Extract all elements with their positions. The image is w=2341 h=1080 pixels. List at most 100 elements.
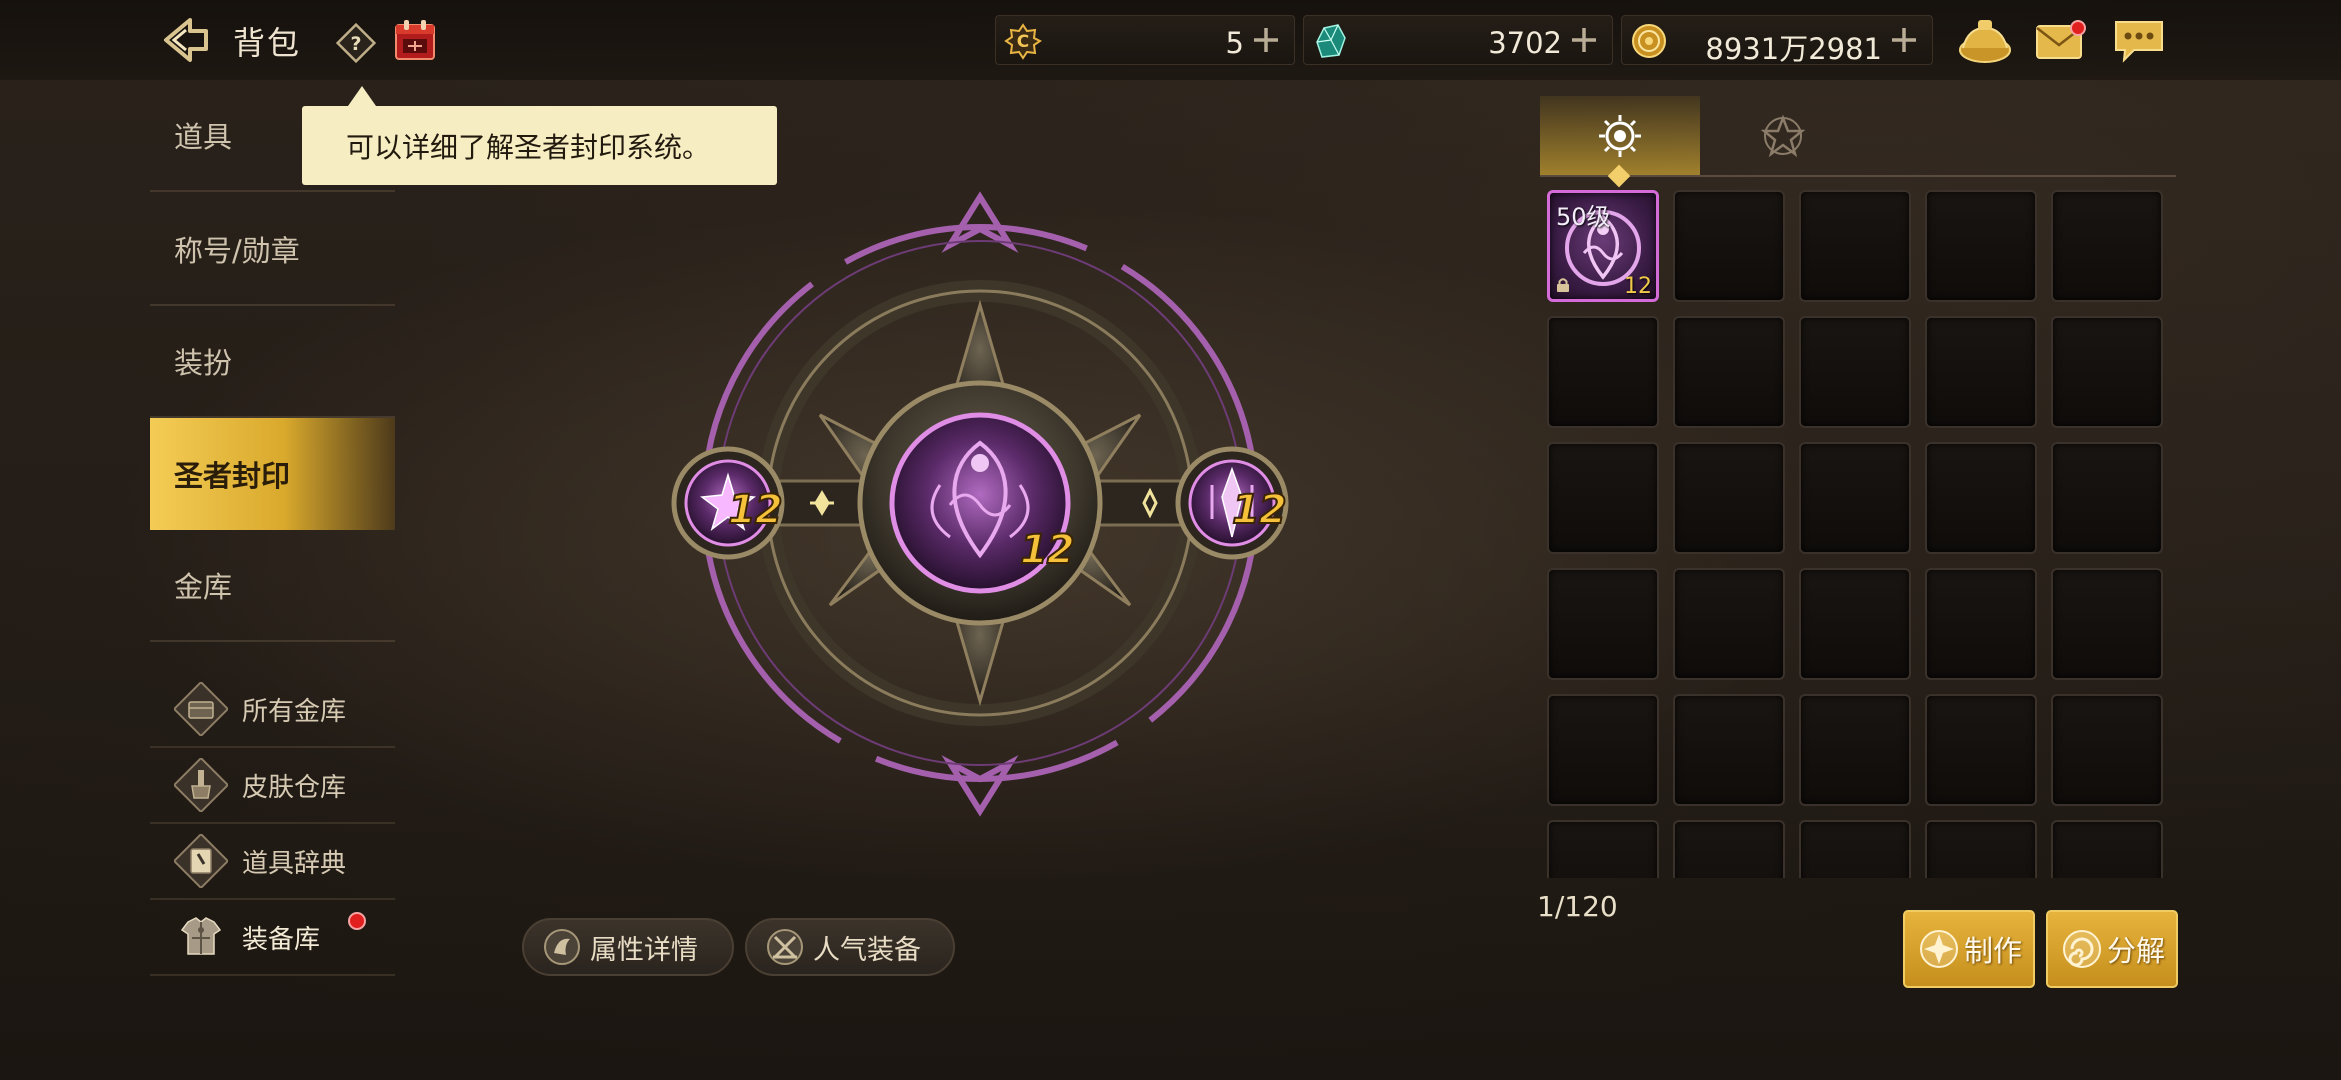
nav-item-label: 道具	[174, 120, 233, 154]
svg-text:?: ?	[350, 33, 361, 55]
tab-divider	[1540, 175, 2176, 177]
inventory-slot[interactable]	[1799, 316, 1911, 428]
inventory-slot[interactable]	[1673, 190, 1785, 302]
nav-item-titles-medals[interactable]: 称号/勋章	[150, 194, 395, 306]
currency-gold: 8931万2981	[1621, 15, 1933, 66]
inventory-slot[interactable]	[1547, 568, 1659, 680]
inventory-slot[interactable]	[2051, 568, 2163, 680]
c-coin-icon: C	[1004, 22, 1042, 60]
book-icon	[172, 832, 230, 890]
inventory-slot[interactable]	[1673, 694, 1785, 806]
inventory-slot[interactable]	[1925, 442, 2037, 554]
inventory-slot[interactable]	[2051, 820, 2163, 878]
chat-icon[interactable]	[2110, 14, 2168, 66]
popular-equipment-button[interactable]: 人气装备	[745, 918, 955, 976]
gold-coin-icon	[1630, 22, 1668, 60]
inventory-slot[interactable]	[1799, 694, 1911, 806]
page-title: 背包	[233, 24, 302, 62]
nav-item-label: 金库	[174, 570, 233, 604]
disassemble-button[interactable]: 分解	[2046, 910, 2178, 988]
item-count: 12	[1624, 274, 1652, 299]
currency-coin-c: C 5	[995, 15, 1295, 65]
tab-seal[interactable]	[1540, 96, 1700, 176]
craft-icon	[1916, 926, 1962, 972]
nav-item-costume[interactable]: 装扮	[150, 306, 395, 418]
sub-item-equipment-storage[interactable]: 装备库	[150, 900, 395, 976]
help-icon[interactable]: ?	[335, 22, 377, 64]
nav-item-label: 圣者封印	[174, 459, 291, 493]
inventory-slot[interactable]	[1673, 820, 1785, 878]
button-label: 制作	[1963, 934, 2022, 968]
attribute-details-button[interactable]: 属性详情	[522, 918, 734, 976]
calendar-icon[interactable]	[393, 18, 437, 62]
nav-item-label: 称号/勋章	[174, 234, 300, 268]
seal-slot-right[interactable]	[1170, 315, 1310, 695]
seal-slot-left[interactable]	[650, 315, 790, 695]
armor-icon	[174, 910, 228, 964]
nav-item-saint-seal[interactable]: 圣者封印	[150, 418, 395, 530]
inventory-slot[interactable]	[1673, 568, 1785, 680]
shop-bag-icon[interactable]	[1956, 14, 2014, 66]
currency-value: 3702	[1488, 26, 1562, 60]
mail-icon[interactable]	[2032, 14, 2090, 66]
crossed-swords-icon	[765, 927, 805, 967]
pentagram-icon	[1761, 114, 1805, 158]
inventory-capacity: 1/120	[1537, 890, 1618, 923]
vault-chest-icon	[172, 680, 230, 738]
currency-crystal: 3702	[1303, 15, 1613, 65]
crystal-icon	[1312, 22, 1350, 60]
inventory-slot[interactable]	[1925, 568, 2037, 680]
inventory-slot[interactable]	[1799, 820, 1911, 878]
inventory-slot[interactable]	[1673, 442, 1785, 554]
currency-value: 5	[1225, 26, 1244, 60]
inventory-slot[interactable]	[1925, 190, 2037, 302]
swirl-icon	[2059, 926, 2105, 972]
button-label: 属性详情	[590, 934, 698, 966]
inventory-slot[interactable]	[2051, 694, 2163, 806]
sub-item-label: 装备库	[242, 924, 321, 955]
item-level: 50级	[1556, 203, 1611, 231]
inventory-slot[interactable]	[1547, 820, 1659, 878]
saint-seal-display: 12 12 12	[650, 185, 1310, 825]
inventory-slot[interactable]	[1547, 694, 1659, 806]
sub-item-label: 所有金库	[242, 696, 347, 727]
sub-item-label: 皮肤仓库	[242, 772, 347, 803]
top-bar: 背包 ? C 5 3702 8931万2981	[0, 0, 2341, 80]
inventory-slot[interactable]	[1925, 820, 2037, 878]
svg-text:C: C	[1017, 32, 1029, 52]
inventory-slot[interactable]	[2051, 190, 2163, 302]
inventory-slot[interactable]: 50级 12	[1547, 190, 1659, 302]
inventory-slot[interactable]	[1547, 316, 1659, 428]
inventory-slot[interactable]	[1925, 694, 2037, 806]
inventory-slot[interactable]	[1799, 190, 1911, 302]
notification-dot	[2070, 20, 2086, 36]
currency-value: 8931万2981	[1705, 32, 1882, 66]
inventory-slot[interactable]	[1925, 316, 2037, 428]
add-icon[interactable]	[1886, 22, 1922, 58]
add-icon[interactable]	[1566, 22, 1602, 58]
tab-star[interactable]	[1703, 96, 1863, 176]
sub-item-label: 道具辞典	[242, 848, 347, 879]
help-tooltip: 可以详细了解圣者封印系统。	[302, 86, 777, 185]
inventory-slot[interactable]	[2051, 442, 2163, 554]
nav-item-vault[interactable]: 金库	[150, 530, 395, 642]
craft-button[interactable]: 制作	[1903, 910, 2035, 988]
inventory-slot[interactable]	[1799, 442, 1911, 554]
notification-dot	[348, 912, 366, 930]
add-icon[interactable]	[1248, 22, 1284, 58]
inventory-slot[interactable]	[2051, 316, 2163, 428]
inventory-grid: 50级 12	[1545, 188, 2169, 878]
inventory-slot[interactable]	[1673, 316, 1785, 428]
sub-item-item-dictionary[interactable]: 道具辞典	[150, 824, 395, 900]
details-icon	[542, 927, 582, 967]
back-arrow-icon[interactable]	[160, 16, 212, 64]
seal-slot-center[interactable]	[860, 385, 1100, 625]
button-label: 分解	[2106, 934, 2165, 968]
brush-icon	[172, 756, 230, 814]
sub-item-all-vaults[interactable]: 所有金库	[150, 672, 395, 748]
lock-icon	[1557, 278, 1569, 292]
sub-item-skin-storage[interactable]: 皮肤仓库	[150, 748, 395, 824]
inventory-slot[interactable]	[1799, 568, 1911, 680]
nav-item-label: 装扮	[174, 346, 233, 380]
inventory-slot[interactable]	[1547, 442, 1659, 554]
